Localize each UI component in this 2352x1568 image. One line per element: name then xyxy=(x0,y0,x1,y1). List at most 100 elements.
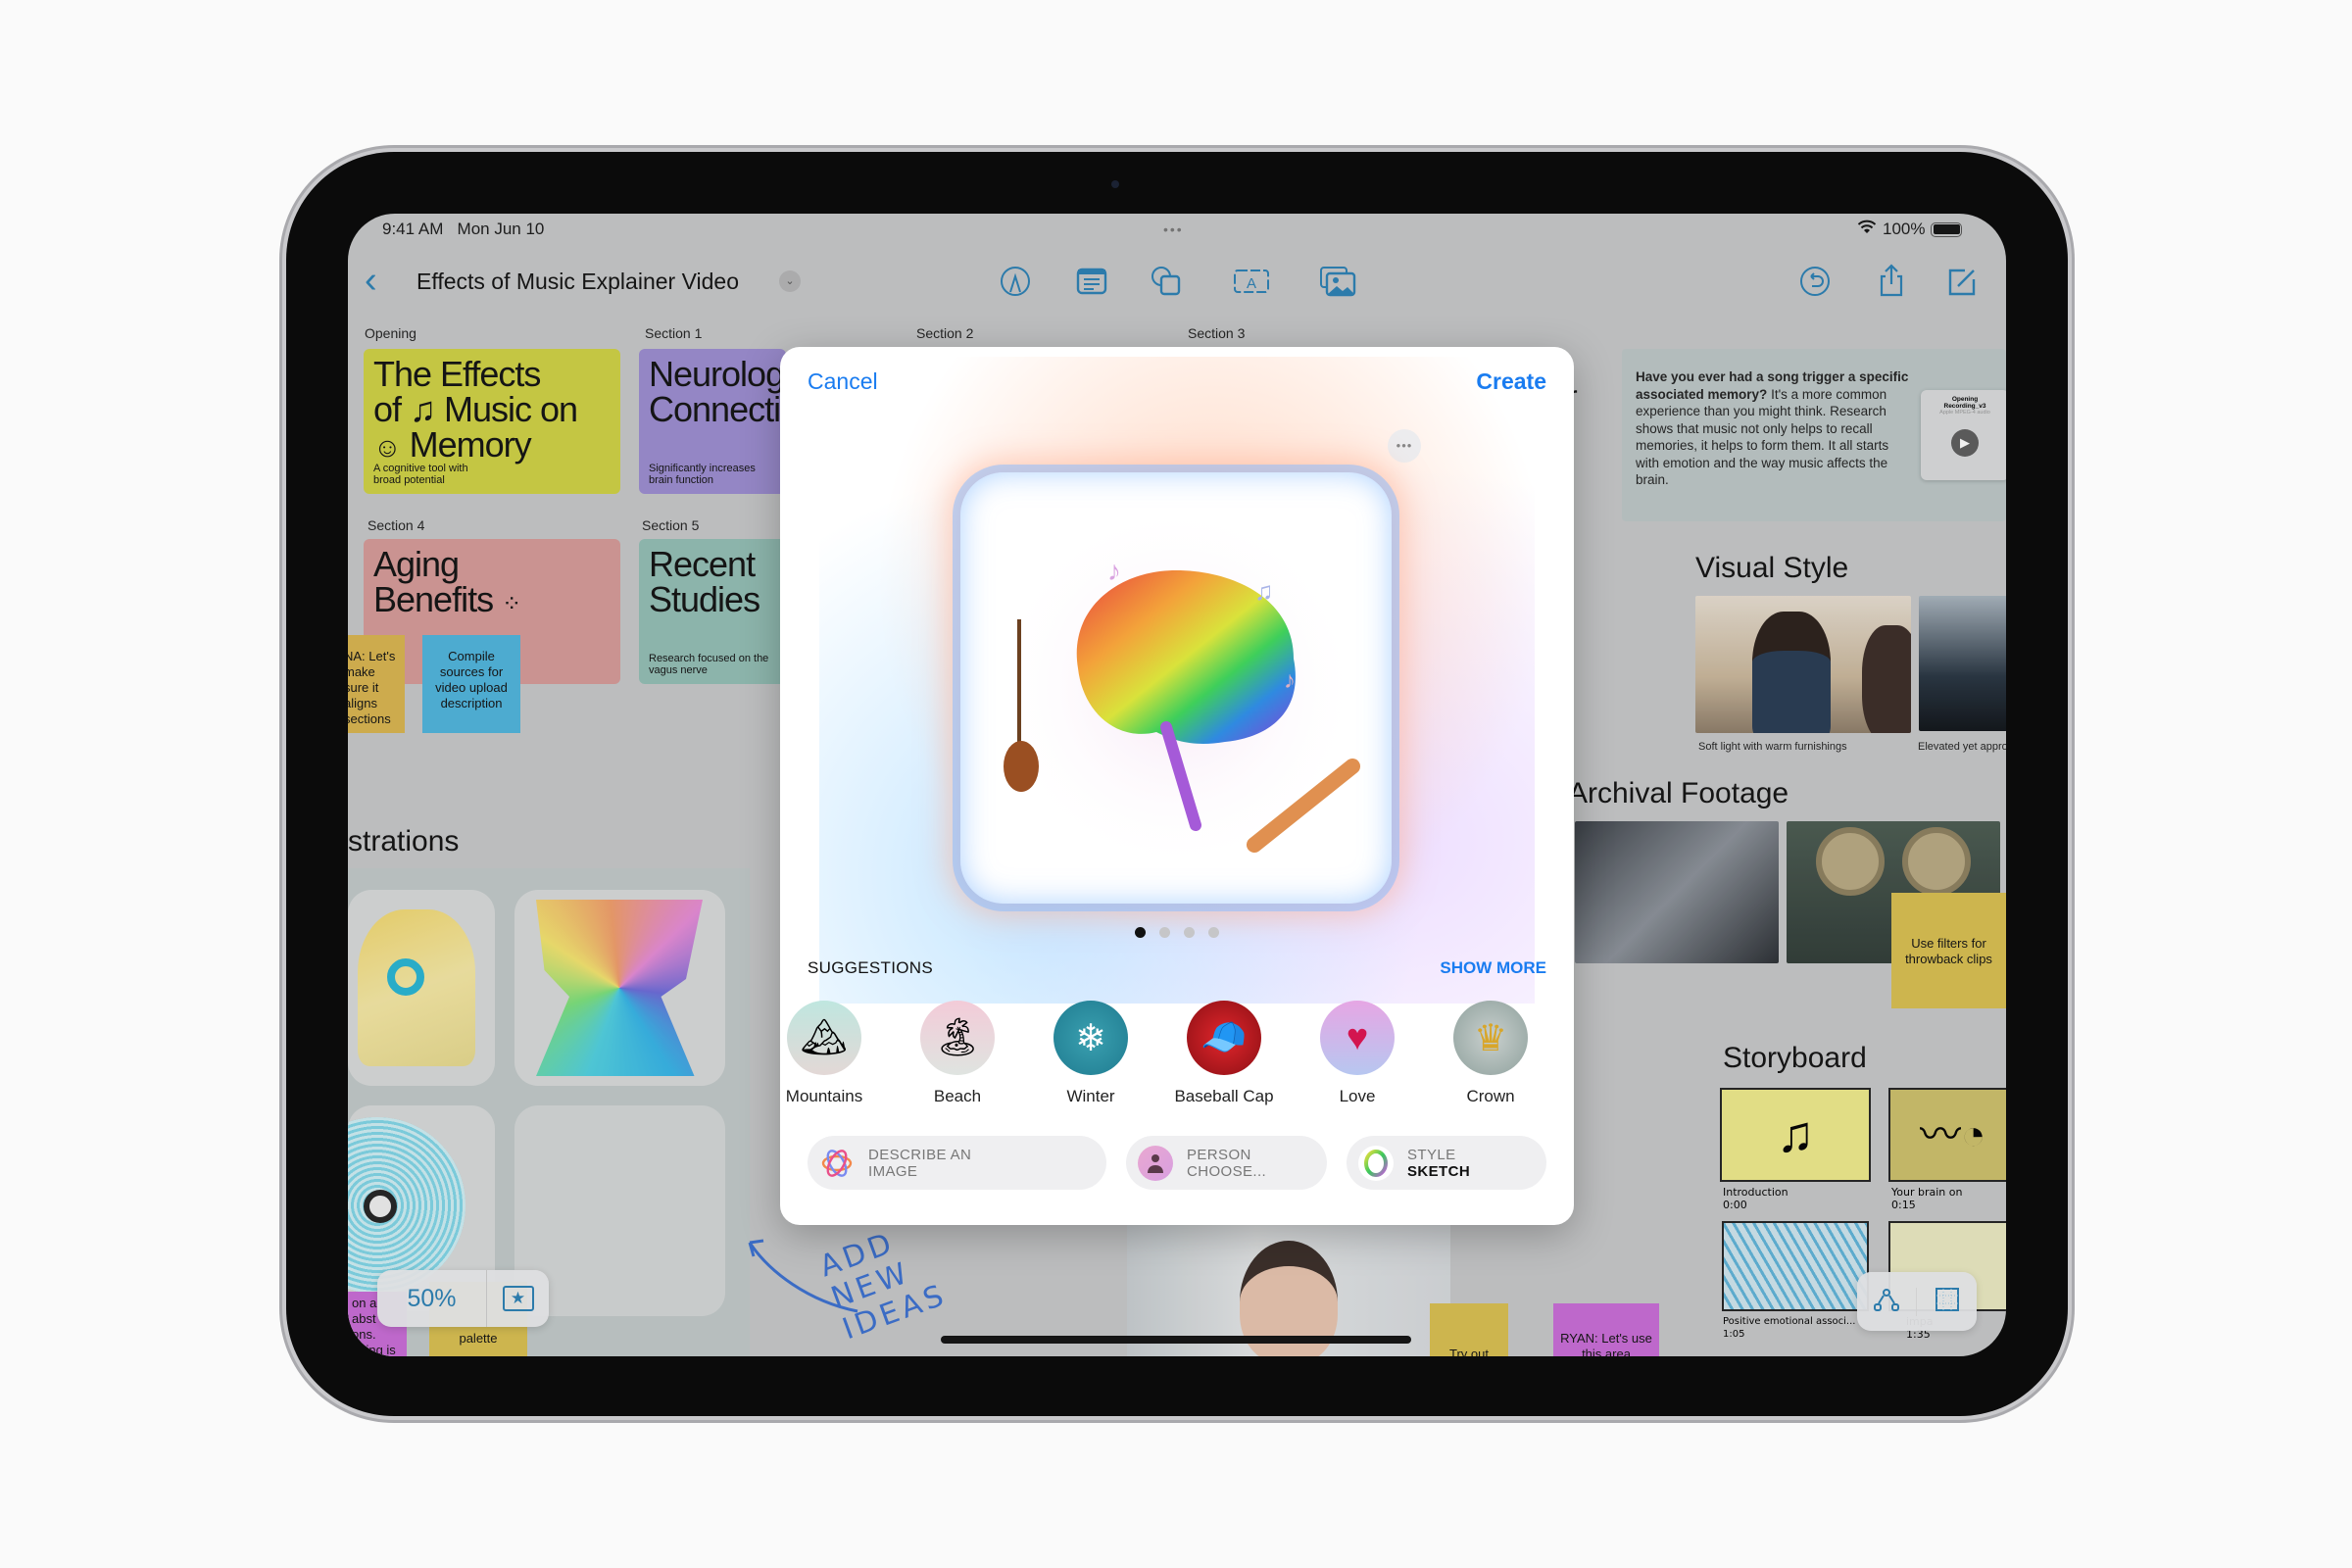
status-time: 9:41 AM Mon Jun 10 xyxy=(382,220,545,238)
pen-icon[interactable] xyxy=(999,265,1032,298)
card-title: The Effects of ♫ Music on ☺ Memory xyxy=(373,354,578,465)
connector-icon[interactable] xyxy=(1857,1287,1917,1316)
play-icon[interactable]: ▶ xyxy=(1951,429,1979,457)
section-label: Section 1 xyxy=(645,325,703,341)
screen: 9:41 AM Mon Jun 10 ••• 100% ‹ Effects of… xyxy=(348,214,2006,1356)
card-opening[interactable]: The Effects of ♫ Music on ☺ Memory A cogni… xyxy=(364,349,620,494)
mountain-icon: 🏔 xyxy=(787,1001,861,1075)
text-icon[interactable]: A xyxy=(1232,265,1271,298)
star-icon: ★ xyxy=(502,1286,534,1311)
snowflake-icon: ❄ xyxy=(1054,1001,1128,1075)
multitask-dots-icon[interactable]: ••• xyxy=(1163,221,1184,237)
illustration-headphones[interactable] xyxy=(348,890,495,1086)
svg-text:♫: ♫ xyxy=(1254,576,1274,606)
generated-image[interactable]: ♪ ♫ ♪ xyxy=(960,472,1392,904)
frame-caption: Positive emotional associ... 1:05 xyxy=(1723,1316,1856,1340)
suggestion-beach[interactable]: 🏝 Beach xyxy=(904,1001,1011,1106)
chevron-down-icon[interactable]: ⌄ xyxy=(779,270,801,292)
suggestion-baseball-cap[interactable]: 🧢 Baseball Cap xyxy=(1170,1001,1278,1106)
style-sketch-icon xyxy=(1358,1145,1394,1181)
photo-interview[interactable] xyxy=(1695,596,1911,733)
storyboard-frame[interactable]: 〰◔ xyxy=(1888,1088,2006,1182)
describe-image-button[interactable]: DESCRIBE AN IMAGE xyxy=(808,1136,1106,1190)
style-button[interactable]: STYLE SKETCH xyxy=(1347,1136,1546,1190)
card-title: Recent Studies xyxy=(649,544,760,619)
board-title[interactable]: Effects of Music Explainer Video xyxy=(416,269,739,295)
photo-mixing-console[interactable] xyxy=(1575,821,1779,963)
section-label: Section 2 xyxy=(916,325,974,341)
wifi-icon xyxy=(1857,220,1877,239)
photo-caption: Soft light with warm furnishings xyxy=(1698,741,1847,753)
more-options-button[interactable]: ••• xyxy=(1388,429,1421,463)
sticky-note[interactable]: RYAN: Let's use this area xyxy=(1553,1303,1659,1356)
ear-icon: 〰◔ xyxy=(1920,1111,1986,1157)
suggestion-crown[interactable]: ♛ Crown xyxy=(1437,1001,1544,1106)
page-dot[interactable] xyxy=(1159,927,1170,938)
home-indicator[interactable] xyxy=(941,1336,1411,1344)
visual-style-heading: Visual Style xyxy=(1695,552,1849,584)
sticky-note[interactable]: Compile sources for video upload descrip… xyxy=(422,635,520,733)
music-note-icon: ♫ xyxy=(1776,1106,1815,1163)
image-playground-icon xyxy=(819,1146,855,1181)
card-subtitle: Significantly increases brain function xyxy=(649,463,756,486)
svg-text:♪: ♪ xyxy=(1107,556,1121,586)
sticky-note[interactable]: NA: Let's make sure it aligns sections xyxy=(348,635,405,733)
suggestion-mountains[interactable]: 🏔 Mountains xyxy=(780,1001,878,1106)
archival-heading: Archival Footage xyxy=(1568,777,1789,809)
palm-tree-icon: 🏝 xyxy=(920,1001,995,1075)
page-dot[interactable] xyxy=(1208,927,1219,938)
undo-icon[interactable] xyxy=(1798,265,1832,298)
heart-icon: ♥ xyxy=(1320,1001,1395,1075)
section-label: Section 3 xyxy=(1188,325,1246,341)
sticky-note[interactable]: Use filters for throwback clips xyxy=(1891,893,2006,1008)
sticky-note[interactable]: Try out various xyxy=(1430,1303,1508,1356)
suggestions-heading: SUGGESTIONS xyxy=(808,958,933,977)
storyboard-heading: Storyboard xyxy=(1723,1042,1867,1074)
page-dot[interactable] xyxy=(1184,927,1195,938)
show-more-button[interactable]: SHOW MORE xyxy=(1440,958,1546,978)
frame-caption: Introduction 0:00 xyxy=(1723,1186,1788,1211)
crown-icon: ♛ xyxy=(1453,1001,1528,1075)
card-section-1[interactable]: Neurolog Connecti Significantly increases… xyxy=(639,349,786,494)
text-box-icon[interactable] xyxy=(1075,265,1108,298)
illustrations-heading: strations xyxy=(348,825,460,858)
section-label: Opening xyxy=(365,325,416,341)
photo-caption: Elevated yet appro xyxy=(1918,741,2006,753)
battery-percent: 100% xyxy=(1883,220,1926,238)
storyboard-frame[interactable]: ♫ xyxy=(1720,1088,1871,1182)
cancel-button[interactable]: Cancel xyxy=(808,368,878,395)
storyboard-frame[interactable] xyxy=(1722,1221,1869,1311)
compose-icon[interactable] xyxy=(1945,265,1979,298)
back-button[interactable]: ‹ xyxy=(365,262,377,299)
person-icon xyxy=(1138,1145,1173,1181)
page-indicator[interactable] xyxy=(780,927,1574,938)
card-subtitle: A cognitive tool with broad potential xyxy=(373,463,468,486)
photo-piano[interactable] xyxy=(1919,596,2006,731)
brain-illustration: ♪ ♫ ♪ xyxy=(990,502,1362,874)
suggestion-love[interactable]: ♥ Love xyxy=(1303,1001,1411,1106)
illustration-rainbow-profile[interactable] xyxy=(514,890,725,1086)
favorite-view-button[interactable]: ★ xyxy=(487,1286,549,1311)
describe-label: DESCRIBE AN IMAGE xyxy=(868,1146,972,1180)
zoom-control: 50% ★ xyxy=(377,1270,549,1327)
section-label: Section 4 xyxy=(368,517,425,533)
grid-icon[interactable] xyxy=(1917,1286,1977,1318)
audio-attachment[interactable]: Opening Recording_v3 Apple MPEG-4 audio … xyxy=(1921,390,2006,480)
intro-text-panel: Have you ever had a song trigger a speci… xyxy=(1622,349,2006,521)
share-icon[interactable] xyxy=(1875,263,1908,297)
canvas-tools xyxy=(1857,1272,1977,1331)
page-dot[interactable] xyxy=(1135,927,1146,938)
create-button[interactable]: Create xyxy=(1476,368,1546,395)
zoom-level-button[interactable]: 50% xyxy=(377,1270,487,1327)
battery-icon xyxy=(1931,221,1963,237)
media-icon[interactable] xyxy=(1318,265,1357,298)
image-playground-sheet: Cancel Create ••• ♪ ♫ ♪ SUGGESTIONS SHOW… xyxy=(780,347,1574,1225)
person-label: PERSON CHOOSE... xyxy=(1187,1146,1267,1180)
card-section-5[interactable]: Recent Studies Research focused on the va… xyxy=(639,539,786,684)
card-title: Aging Benefits ⁘ xyxy=(373,544,521,619)
svg-text:A: A xyxy=(1247,275,1256,292)
suggestion-winter[interactable]: ❄ Winter xyxy=(1037,1001,1145,1106)
shapes-icon[interactable] xyxy=(1150,265,1183,298)
card-title: Neurolog Connecti xyxy=(649,354,785,429)
person-button[interactable]: PERSON CHOOSE... xyxy=(1126,1136,1327,1190)
